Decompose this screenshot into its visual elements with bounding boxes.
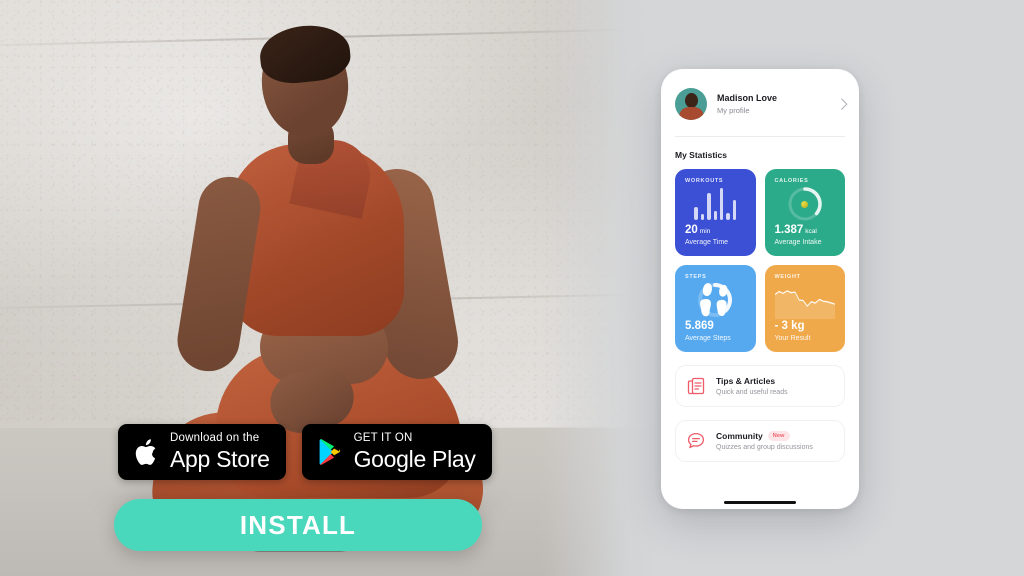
new-badge: New	[767, 431, 790, 441]
bar-6	[726, 213, 730, 221]
workouts-bar-chart	[685, 184, 746, 225]
list-item-tips[interactable]: Tips & Articles Quick and useful reads	[675, 365, 845, 407]
bar-1	[694, 207, 698, 221]
apple-icon	[135, 438, 156, 465]
bar-3	[707, 193, 711, 221]
stat-card-desc: Average Time	[685, 239, 729, 246]
app-store-badge-big: App Store	[170, 445, 270, 472]
stat-card-unit: min	[699, 227, 711, 235]
app-store-badge-small: Download on the	[170, 432, 260, 445]
stat-card-value: 5.869	[685, 319, 714, 332]
home-indicator	[724, 501, 796, 504]
statistics-section-title: My Statistics	[675, 150, 727, 160]
chevron-right-icon[interactable]	[836, 98, 848, 110]
ad-creative: Download on the App Store GET IT ON Goog…	[0, 0, 1024, 576]
photo-edge-fade	[540, 0, 660, 576]
google-play-badge-small: GET IT ON	[353, 432, 413, 445]
bar-4	[713, 210, 717, 221]
stat-card-unit: kcal	[805, 227, 817, 235]
stat-card-desc: Average Intake	[774, 239, 822, 246]
bar-5	[719, 188, 724, 221]
google-play-badge-big: Google Play	[353, 445, 476, 472]
stat-card-calories[interactable]: CALORIES 1.387 kcal Average Intake	[764, 169, 845, 256]
avatar-head	[685, 93, 698, 108]
document-icon	[687, 377, 705, 395]
calories-progress-ring	[775, 184, 836, 225]
divider	[675, 136, 845, 137]
stat-card-weight[interactable]: WEIGHT - 3 kg Your Result	[764, 265, 845, 352]
list-item-title: Tips & Articles	[716, 376, 776, 386]
store-badges: Download on the App Store GET IT ON Goog…	[118, 424, 492, 480]
hero-photo	[0, 0, 660, 576]
chat-bubble-icon	[687, 432, 705, 449]
egg-yolk-icon	[801, 200, 809, 208]
google-play-badge[interactable]: GET IT ON Google Play	[301, 424, 492, 480]
install-button[interactable]: INSTALL	[114, 499, 482, 551]
avatar-body	[679, 107, 704, 120]
list-item-subtitle: Quizzes and group discussions	[716, 444, 813, 451]
stat-card-steps[interactable]: STEPS 5.869 Average Steps	[675, 265, 756, 352]
profile-row[interactable]: Madison Love My profile	[675, 69, 848, 136]
stat-card-value: 20 min	[685, 223, 711, 236]
bar-7	[732, 200, 737, 221]
google-play-icon	[319, 439, 340, 465]
list-item-subtitle: Quick and useful reads	[716, 389, 788, 396]
stat-card-desc: Average Steps	[685, 335, 731, 342]
app-store-badge[interactable]: Download on the App Store	[118, 424, 286, 480]
footprints-icon	[700, 283, 728, 317]
profile-subtitle: My profile	[717, 106, 750, 116]
statistics-grid: WORKOUTS 20 min Average Time CALORIES 1.…	[675, 169, 845, 352]
stat-card-value: 1.387 kcal	[774, 223, 817, 236]
stat-card-workouts[interactable]: WORKOUTS 20 min Average Time	[675, 169, 756, 256]
stat-card-value: - 3 kg	[774, 319, 805, 332]
list-item-title: Community New	[716, 431, 813, 441]
phone-mockup: Madison Love My profile My Statistics WO…	[661, 69, 859, 509]
stat-card-desc: Your Result	[774, 335, 811, 342]
weight-area-chart	[774, 280, 835, 321]
steps-progress-ring	[685, 280, 746, 321]
list-item-community[interactable]: Community New Quizzes and group discussi…	[675, 420, 845, 462]
avatar	[675, 88, 707, 120]
profile-name: Madison Love	[717, 92, 778, 103]
bar-2	[700, 214, 705, 221]
